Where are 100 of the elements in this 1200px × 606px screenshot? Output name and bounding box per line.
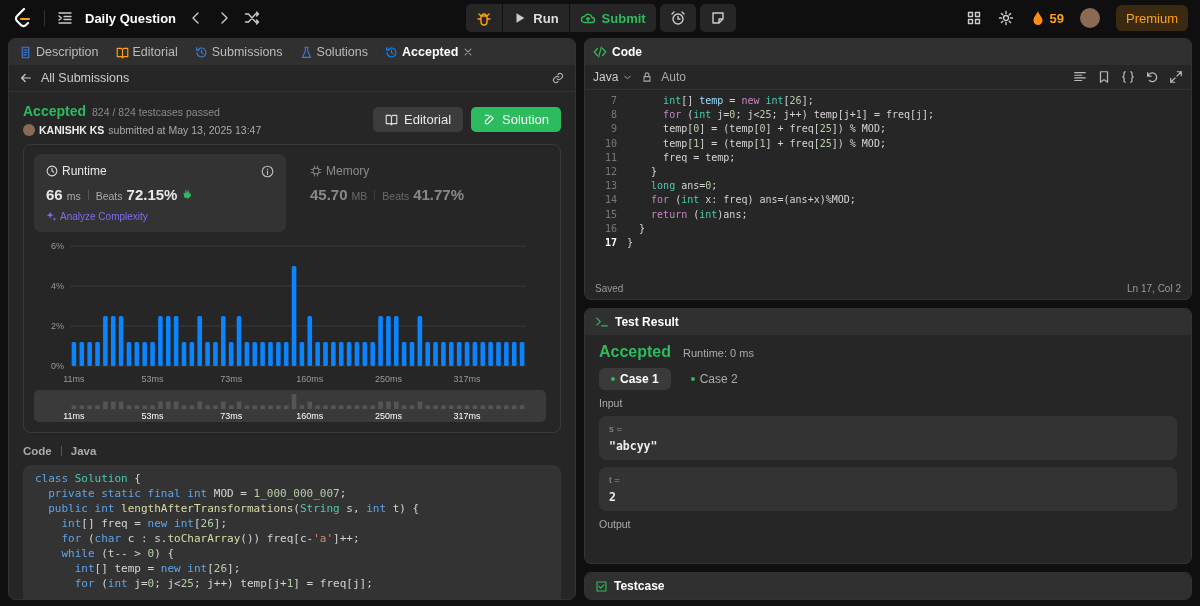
histogram-bar	[417, 316, 423, 366]
code-line: for (int j=0; j<25; j++) temp[j+1] = freq[j];	[73, 576, 374, 591]
code-line: private static final int MOD = 1_000_000_007;	[47, 486, 348, 501]
histogram-bar	[496, 342, 501, 366]
panel-tab[interactable]: Accepted	[383, 45, 477, 59]
line-number: 9	[609, 122, 618, 137]
axis-label: 317ms	[453, 374, 481, 384]
panel-title[interactable]: Testcase	[614, 579, 665, 593]
histogram-bar	[236, 316, 242, 366]
axis-label: 53ms	[141, 411, 164, 421]
history-icon	[385, 45, 398, 59]
list-icon[interactable]	[57, 10, 73, 26]
expand-icon[interactable]	[1169, 70, 1183, 84]
case-tab[interactable]: Case 2	[678, 368, 750, 390]
case-tab[interactable]: Case 1	[599, 368, 671, 390]
arrow-left-icon[interactable]	[19, 71, 33, 85]
panel-tab[interactable]: Submissions	[192, 45, 285, 59]
shuffle-icon[interactable]	[244, 10, 261, 26]
overview-strip[interactable]: 11ms 53ms 73ms 160ms 250ms 317ms	[34, 390, 546, 422]
histogram-bar	[118, 316, 124, 366]
input-label: Input	[599, 397, 624, 409]
histogram-bar	[441, 342, 446, 366]
format-icon[interactable]	[1073, 70, 1087, 84]
histogram-bar	[126, 342, 132, 366]
grid-icon[interactable]	[965, 10, 982, 26]
histogram-bar	[386, 316, 391, 366]
input-value-box: s = "abcyy"	[599, 416, 1177, 460]
code-line: return (int)ans;	[650, 207, 748, 222]
axis-label: 2%	[51, 321, 64, 331]
histogram-bar	[158, 316, 163, 366]
code-line: long ans=0;	[650, 179, 718, 194]
axis-label: 6%	[51, 241, 64, 251]
metric-value: 45.70	[310, 186, 348, 203]
histogram-bar	[362, 342, 368, 366]
histogram-bar	[134, 342, 140, 366]
settings-icon[interactable]	[997, 10, 1014, 26]
notes-button[interactable]	[699, 4, 736, 32]
edit-icon	[483, 112, 496, 126]
histogram-bar	[511, 342, 517, 366]
code-line: temp[1] = (temp[1] + freq[25]) % MOD;	[662, 136, 886, 151]
axis-label: 250ms	[374, 374, 402, 384]
avatar-icon[interactable]	[1080, 8, 1100, 28]
histogram-bar	[394, 316, 399, 366]
result-status: Accepted	[599, 343, 672, 361]
panel-title: Code	[612, 45, 642, 59]
line-number: 12	[603, 165, 618, 179]
line-number: 16	[603, 221, 618, 236]
author-name[interactable]: KANISHK KS	[39, 124, 105, 136]
bug-icon	[476, 10, 493, 26]
chip-icon	[310, 165, 322, 177]
code-label: Code	[23, 445, 52, 457]
panel-tab[interactable]: Editorial	[113, 45, 180, 59]
histogram-bar	[315, 342, 320, 366]
all-submissions-link[interactable]: All Submissions	[41, 71, 543, 85]
histogram-bar	[378, 316, 383, 366]
code-line: }	[650, 165, 658, 179]
histogram-bar	[346, 342, 352, 366]
histogram-bar	[71, 342, 77, 366]
undo-icon[interactable]	[1145, 70, 1159, 84]
debug-button[interactable]	[466, 4, 503, 32]
code-line: int[] freq = new int[26];	[60, 516, 229, 531]
braces-icon[interactable]	[1121, 70, 1135, 84]
bookmark-icon[interactable]	[1097, 70, 1111, 84]
premium-button[interactable]: Premium	[1116, 5, 1188, 31]
histogram-bar	[456, 342, 462, 366]
logo-icon[interactable]	[14, 8, 32, 28]
histogram-bar	[425, 342, 430, 366]
panel-tab[interactable]: Solutions	[297, 45, 370, 59]
overview-bar	[197, 401, 202, 409]
testcases-text: 824 / 824 testcases passed	[92, 106, 220, 118]
axis-label: 73ms	[220, 411, 243, 421]
code-line: while (t-- > 0) {	[60, 546, 176, 561]
alarm-button[interactable]	[659, 4, 696, 32]
metric-unit: ms	[66, 190, 81, 202]
editorial-button[interactable]: Editorial	[373, 106, 463, 132]
run-button[interactable]: Run	[503, 4, 569, 32]
link-icon[interactable]	[551, 71, 565, 85]
submitted-time: submitted at May 13, 2025 13:47	[108, 124, 262, 136]
page-title[interactable]: Daily Question	[85, 10, 177, 26]
histogram-bar	[79, 342, 85, 366]
metric-card[interactable]: Memory 45.70 MB Beats 41.77%	[298, 154, 550, 232]
overview-bar	[378, 401, 383, 409]
histogram-bar	[205, 342, 210, 366]
histogram-bar	[488, 342, 493, 366]
note-icon	[709, 10, 726, 26]
streak-count[interactable]: 59	[1049, 10, 1064, 26]
histogram-bar	[472, 342, 478, 366]
info-icon[interactable]	[261, 164, 274, 178]
submit-button[interactable]: Submit	[569, 4, 656, 32]
axis-label: 250ms	[374, 411, 402, 421]
histogram-bar	[252, 342, 258, 366]
histogram-bar	[370, 342, 375, 366]
book-icon	[115, 45, 129, 59]
overview-bar	[118, 401, 124, 409]
doc-icon	[19, 45, 32, 59]
panel-tab[interactable]: Description	[17, 45, 101, 59]
language-dropdown[interactable]: Java	[593, 70, 634, 84]
overview-bar	[236, 401, 242, 409]
metric-card[interactable]: Runtime 66 ms Beats 72.15% Analyze Complexity	[34, 154, 286, 232]
panel-title: Test Result	[615, 315, 679, 329]
